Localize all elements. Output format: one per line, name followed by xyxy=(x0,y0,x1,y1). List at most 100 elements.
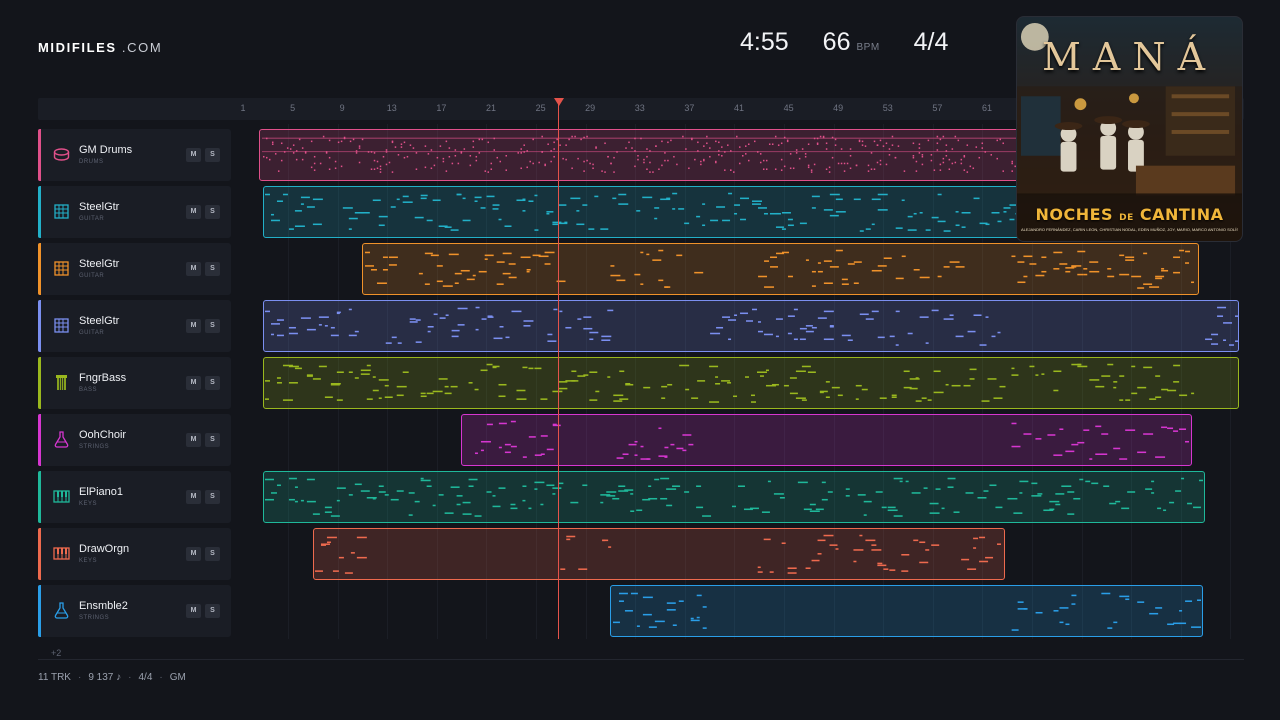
solo-button[interactable]: S xyxy=(205,490,220,504)
guitar-fretboard-icon xyxy=(53,317,70,334)
track-count: 11 TRK xyxy=(38,672,71,683)
guitar-fretboard-icon xyxy=(53,260,70,277)
track-header[interactable]: OohChoir STRINGS M S xyxy=(38,414,231,466)
brand-logo[interactable]: MIDIFILES .COM xyxy=(38,40,162,55)
separator-dot: · xyxy=(159,672,163,683)
track-name: Ensmble2 xyxy=(79,600,128,612)
solo-button[interactable]: S xyxy=(205,433,220,447)
track-header[interactable]: SteelGtr GUITAR M S xyxy=(38,186,231,238)
track-header[interactable]: FngrBass BASS M S xyxy=(38,357,231,409)
playhead-marker[interactable] xyxy=(554,98,564,106)
ruler-tick: 1 xyxy=(240,103,246,113)
clip-note-pattern xyxy=(314,534,1002,574)
mute-button[interactable]: M xyxy=(186,547,201,561)
note-count: 9 137 ♪ xyxy=(88,672,122,683)
ruler-tick: 57 xyxy=(932,103,943,113)
track-category: KEYS xyxy=(79,558,98,564)
ruler-tick: 41 xyxy=(733,103,745,113)
cover-artist-name: MANÁ xyxy=(1041,35,1218,79)
midi-clip[interactable] xyxy=(461,414,1192,466)
track-name: OohChoir xyxy=(79,429,127,441)
footer-time-signature: 4/4 xyxy=(138,672,153,683)
keyboard-icon xyxy=(53,488,70,505)
tempo-unit: BPM xyxy=(856,42,880,53)
guitar-fretboard-icon xyxy=(53,203,70,220)
midi-clip[interactable] xyxy=(263,471,1205,523)
duration-readout: 4:55 xyxy=(740,28,789,56)
track-name: DrawOrgn xyxy=(79,543,130,555)
solo-button[interactable]: S xyxy=(205,148,220,162)
brand-name: MIDIFILES xyxy=(38,40,117,55)
track-name: ElPiano1 xyxy=(79,486,124,498)
cover-credits: ALEJANDRO FERNÁNDEZ, CARIN LEON, CHRISTI… xyxy=(1021,227,1238,232)
mute-button[interactable]: M xyxy=(186,148,201,162)
brand-suffix: .COM xyxy=(121,40,163,55)
flask-icon xyxy=(53,602,70,619)
mute-button[interactable]: M xyxy=(186,319,201,333)
ruler-tick: 61 xyxy=(981,103,993,113)
midi-clip[interactable] xyxy=(610,585,1203,637)
clip-note-pattern xyxy=(264,477,1204,517)
clip-note-pattern xyxy=(612,592,1202,631)
midi-clip[interactable] xyxy=(313,528,1005,580)
mute-button[interactable]: M xyxy=(186,205,201,219)
ruler-tick: 21 xyxy=(485,103,497,113)
ruler-tick: 53 xyxy=(882,103,893,113)
track-category: GUITAR xyxy=(79,216,105,222)
track-color-bar xyxy=(38,357,41,409)
ruler-tick: 9 xyxy=(339,103,345,113)
track-color-bar xyxy=(38,186,41,238)
solo-button[interactable]: S xyxy=(205,319,220,333)
mute-button[interactable]: M xyxy=(186,490,201,504)
track-color-bar xyxy=(38,129,41,181)
track-header[interactable]: GM Drums DRUMS M S xyxy=(38,129,231,181)
album-title-part: CANTINA xyxy=(1139,205,1224,224)
keyboard-icon xyxy=(53,545,70,562)
track-header[interactable]: Ensmble2 STRINGS M S xyxy=(38,585,231,637)
more-tracks-indicator[interactable]: +2 xyxy=(51,648,61,658)
ruler-tick: 37 xyxy=(684,103,695,113)
clip-note-pattern xyxy=(474,420,1190,460)
separator-dot: · xyxy=(128,672,132,683)
track-name: FngrBass xyxy=(79,372,127,384)
drum-icon xyxy=(53,146,70,163)
ruler-tick: 33 xyxy=(634,103,645,113)
track-name: GM Drums xyxy=(79,144,133,156)
track-name: SteelGtr xyxy=(79,315,120,327)
solo-button[interactable]: S xyxy=(205,604,220,618)
solo-button[interactable]: S xyxy=(205,205,220,219)
ruler-tick: 25 xyxy=(535,103,546,113)
track-category: DRUMS xyxy=(79,159,104,165)
album-title-part: NOCHES xyxy=(1035,205,1114,224)
file-summary: 11 TRK · 9 137 ♪ · 4/4 · GM xyxy=(38,672,186,683)
mute-button[interactable]: M xyxy=(186,262,201,276)
clip-note-pattern xyxy=(264,306,1238,346)
track-color-bar xyxy=(38,243,41,295)
track-category: GUITAR xyxy=(79,273,105,279)
mute-button[interactable]: M xyxy=(186,604,201,618)
track-header[interactable]: DrawOrgn KEYS M S xyxy=(38,528,231,580)
ruler-tick: 13 xyxy=(386,103,397,113)
midi-clip[interactable] xyxy=(263,300,1239,352)
midi-standard: GM xyxy=(169,672,186,683)
clip-note-pattern xyxy=(364,249,1195,289)
playhead-line[interactable] xyxy=(558,100,559,639)
track-category: KEYS xyxy=(79,501,98,507)
track-category: GUITAR xyxy=(79,330,105,336)
track-header[interactable]: SteelGtr GUITAR M S xyxy=(38,243,231,295)
album-title-de: DE xyxy=(1119,213,1134,223)
midi-clip[interactable] xyxy=(362,243,1199,295)
midi-clip[interactable] xyxy=(263,357,1239,409)
flask-icon xyxy=(53,431,70,448)
solo-button[interactable]: S xyxy=(205,376,220,390)
track-header[interactable]: SteelGtr GUITAR M S xyxy=(38,300,231,352)
separator-dot: · xyxy=(77,672,82,683)
mute-button[interactable]: M xyxy=(186,376,201,390)
track-color-bar xyxy=(38,300,41,352)
ruler-tick: 17 xyxy=(436,103,447,113)
track-header[interactable]: ElPiano1 KEYS M S xyxy=(38,471,231,523)
solo-button[interactable]: S xyxy=(205,262,220,276)
ruler-tick: 49 xyxy=(833,103,844,113)
solo-button[interactable]: S xyxy=(205,547,220,561)
mute-button[interactable]: M xyxy=(186,433,201,447)
